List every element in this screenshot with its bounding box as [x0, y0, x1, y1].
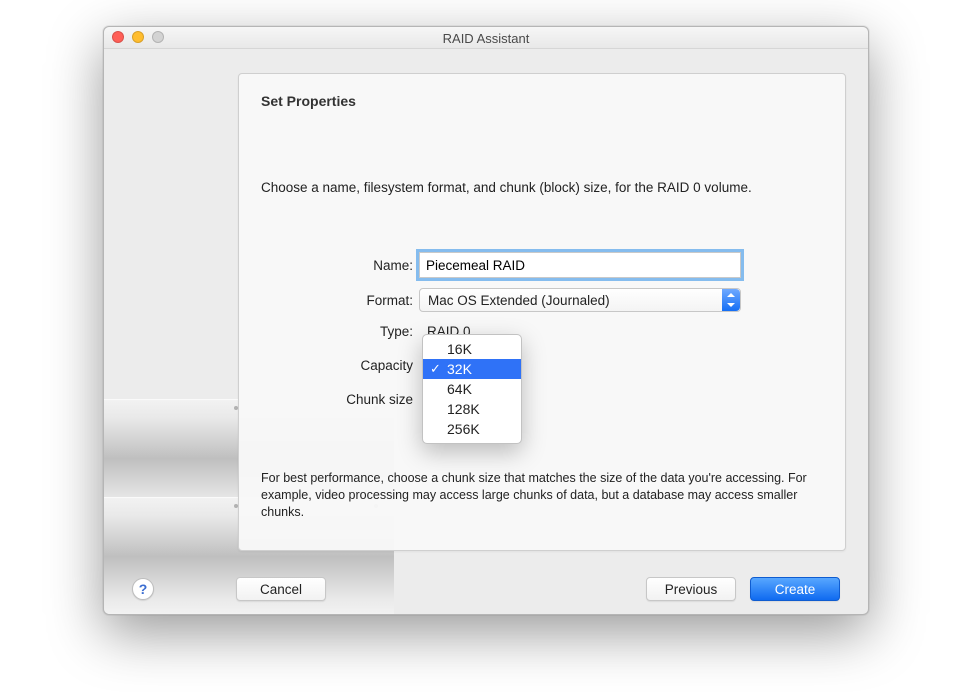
chunk-size-option-64k[interactable]: 64K	[423, 379, 521, 399]
format-label: Format:	[239, 293, 419, 308]
assistant-window: RAID Assistant Set Properties Choose a n…	[103, 26, 869, 615]
chunk-size-option-128k[interactable]: 128K	[423, 399, 521, 419]
chunk-size-option-16k[interactable]: 16K	[423, 339, 521, 359]
window-controls	[112, 31, 164, 43]
chunk-size-menu[interactable]: 16K 32K 64K 128K 256K	[422, 334, 522, 444]
chunk-size-option-256k[interactable]: 256K	[423, 419, 521, 439]
cancel-button[interactable]: Cancel	[236, 577, 326, 601]
close-window-button[interactable]	[112, 31, 124, 43]
previous-button[interactable]: Previous	[646, 577, 736, 601]
format-select[interactable]: Mac OS Extended (Journaled)	[419, 288, 741, 312]
zoom-window-button	[152, 31, 164, 43]
capacity-label: Capacity	[239, 358, 419, 373]
page-heading: Set Properties	[261, 93, 356, 109]
name-input[interactable]	[419, 252, 741, 278]
titlebar: RAID Assistant	[104, 27, 868, 49]
content-card: Set Properties Choose a name, filesystem…	[238, 73, 846, 551]
type-label: Type:	[239, 324, 419, 339]
format-select-value: Mac OS Extended (Journaled)	[428, 293, 610, 308]
intro-text: Choose a name, filesystem format, and ch…	[261, 179, 821, 197]
create-button[interactable]: Create	[750, 577, 840, 601]
name-label: Name:	[239, 258, 419, 273]
help-button[interactable]: ?	[132, 578, 154, 600]
window-title: RAID Assistant	[443, 31, 530, 46]
chunk-size-label: Chunk size	[239, 392, 419, 407]
stepper-icon	[722, 289, 740, 311]
chunk-size-option-32k[interactable]: 32K	[423, 359, 521, 379]
bottom-bar: ? Cancel Previous Create	[104, 562, 868, 614]
minimize-window-button[interactable]	[132, 31, 144, 43]
performance-tip: For best performance, choose a chunk siz…	[261, 470, 821, 521]
help-icon: ?	[139, 581, 148, 597]
